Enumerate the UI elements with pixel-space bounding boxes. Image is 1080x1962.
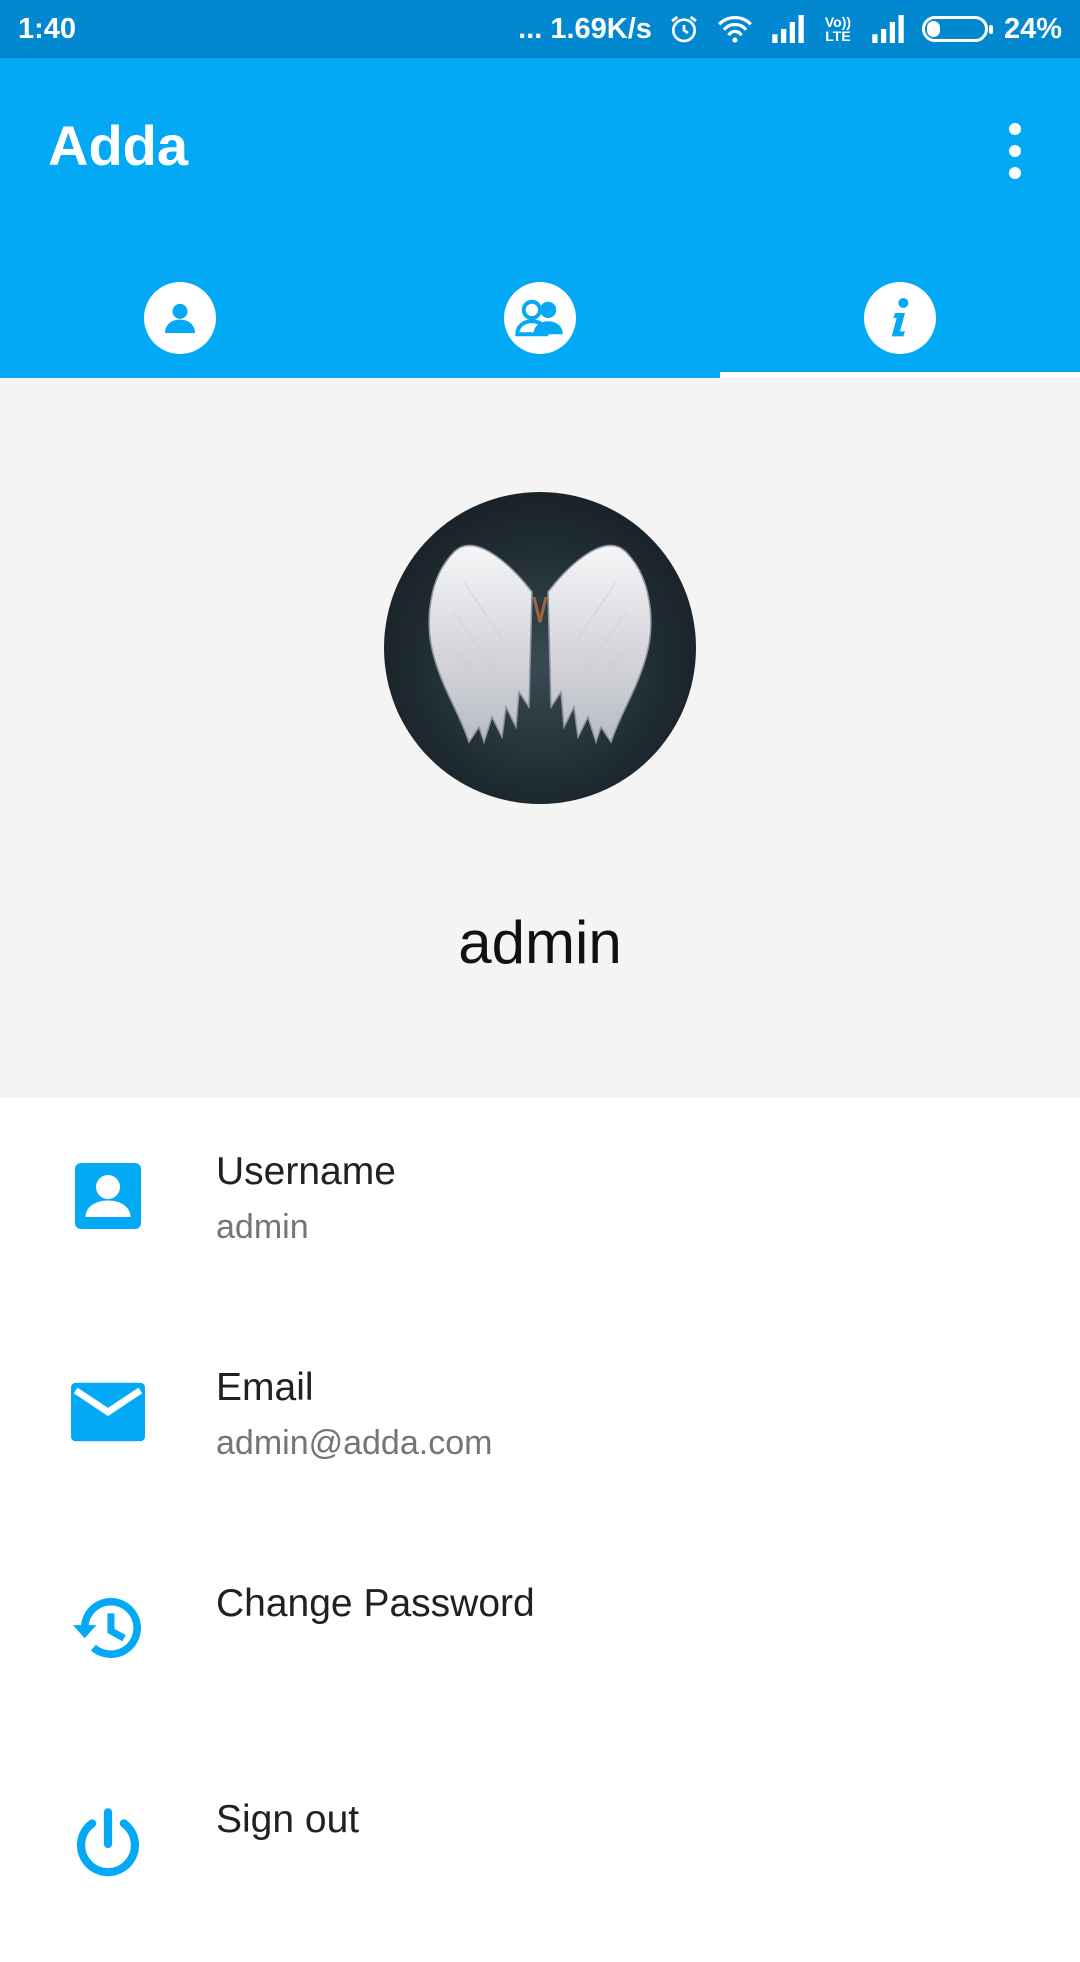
network-speed: ... 1.69K/s [518,12,652,45]
person-icon [144,282,216,354]
list-item-change-password[interactable]: Change Password [0,1530,1080,1746]
account-box-icon [70,1158,146,1234]
info-icon [864,282,936,354]
battery-percent: 24% [1003,12,1062,45]
profile-details-list: Username admin Email admin@adda.com Chan… [0,1098,1080,1962]
email-value: admin@adda.com [216,1424,493,1462]
sign-out-label: Sign out [216,1798,360,1841]
angel-wings-image [428,544,652,745]
power-icon [70,1806,146,1882]
alarm-icon [668,13,700,45]
volte-indicator: Vo)) LTE [824,14,852,44]
tab-profile[interactable] [0,258,360,378]
more-vert-icon[interactable] [990,116,1040,186]
history-icon [70,1590,146,1666]
profile-header: admin [0,378,1080,1098]
avatar[interactable] [384,492,696,804]
profile-name: admin [458,909,622,976]
tab-bar [0,258,1080,378]
status-icons: ... 1.69K/s Vo)) LTE 24% [518,13,1062,46]
tab-groups[interactable] [360,258,720,378]
email-label: Email [216,1366,314,1409]
battery-level [926,21,940,37]
list-item-email[interactable]: Email admin@adda.com [0,1314,1080,1530]
wifi-icon [716,14,754,44]
username-label: Username [216,1150,396,1193]
app-title: Adda [48,114,188,177]
tab-info[interactable] [720,258,1080,378]
list-item-username[interactable]: Username admin [0,1098,1080,1314]
username-value: admin [216,1208,309,1246]
app-bar: Adda [0,58,1080,378]
status-bar: 1:40 ... 1.69K/s Vo)) LTE 24% [0,0,1080,58]
battery-icon [921,16,993,42]
signal-icon [770,15,806,43]
email-icon [70,1374,146,1450]
signal-icon-2 [870,15,906,43]
list-item-sign-out[interactable]: Sign out [0,1746,1080,1962]
status-time: 1:40 [18,12,77,45]
change-password-label: Change Password [216,1582,535,1625]
group-icon [504,282,576,354]
